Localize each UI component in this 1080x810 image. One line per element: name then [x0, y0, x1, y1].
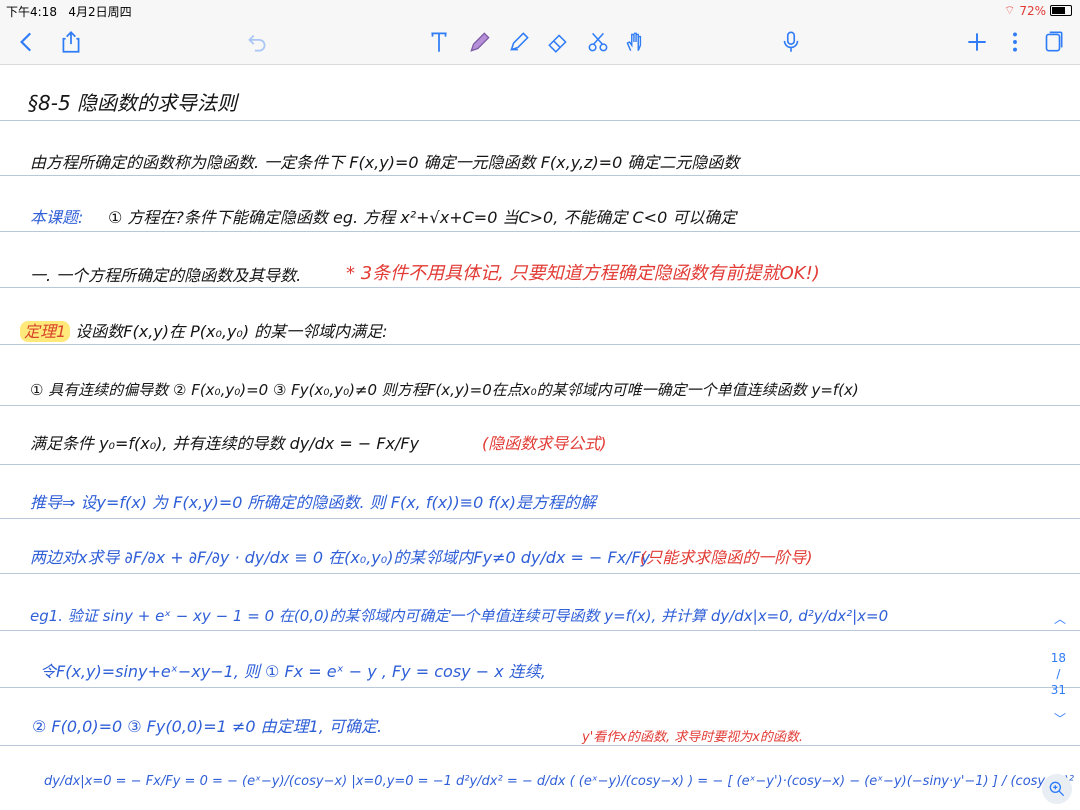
- note-title: §8-5 隐函数的求导法则: [28, 91, 238, 115]
- wifi-icon: ⌔: [1004, 3, 1016, 17]
- note-annotation: y'看作x的函数, 求导时要视为x的函数.: [582, 730, 804, 745]
- share-icon[interactable]: [56, 28, 86, 56]
- zoom-icon[interactable]: [1042, 774, 1072, 804]
- undo-icon[interactable]: [242, 28, 272, 56]
- pages-icon[interactable]: [1038, 28, 1068, 56]
- note-line: eg1. 验证 siny + eˣ − xy − 1 = 0 在(0,0)的某邻…: [30, 607, 889, 625]
- add-page-icon[interactable]: [962, 28, 992, 56]
- back-icon[interactable]: [12, 28, 42, 56]
- note-line: 由方程所确定的函数称为隐函数. 一定条件下 F(x,y)=0 确定一元隐函数 F…: [30, 153, 740, 172]
- note-annotation: (只能求求隐函的一阶导): [640, 548, 813, 567]
- note-line: 满足条件 y₀=f(x₀), 并有连续的导数 dy/dx = − Fx/Fy: [30, 434, 420, 453]
- eraser-tool-icon[interactable]: [543, 28, 573, 56]
- page-indicator: 18 / 31: [1051, 650, 1066, 698]
- note-line: ① 方程在?条件下能确定隐函数 eg. 方程 x²+√x+C=0 当C>0, 不…: [108, 208, 737, 227]
- theorem-line: 定理1 设函数F(x,y)在 P(x₀,y₀) 的某一邻域内满足:: [20, 321, 388, 342]
- theorem-badge: 定理1: [20, 321, 71, 342]
- note-line: 令F(x,y)=siny+eˣ−xy−1, 则 ① Fx = eˣ − y , …: [40, 662, 546, 681]
- text-tool-icon[interactable]: [424, 28, 454, 56]
- more-icon[interactable]: [1000, 28, 1030, 56]
- note-page[interactable]: §8-5 隐函数的求导法则 由方程所确定的函数称为隐函数. 一定条件下 F(x,…: [0, 65, 1080, 810]
- status-bar: 下午4:18 4月2日周四 ⌔ 72%: [0, 0, 1080, 20]
- hand-tool-icon[interactable]: [620, 28, 650, 56]
- note-line: 推导⇒ 设y=f(x) 为 F(x,y)=0 所确定的隐函数. 则 F(x, f…: [30, 493, 596, 512]
- note-line-label: 本课题:: [30, 208, 84, 227]
- pen-tool-icon[interactable]: [465, 28, 495, 56]
- page-total: 31: [1050, 683, 1066, 697]
- theorem-text: 设函数F(x,y)在 P(x₀,y₀) 的某一邻域内满足:: [75, 322, 388, 341]
- note-annotation: * 3条件不用具体记, 只要知道方程确定隐函数有前提就OK!): [346, 263, 820, 284]
- note-line: 两边对x求导 ∂F/∂x + ∂F/∂y · dy/dx ≡ 0 在(x₀,y₀…: [30, 548, 651, 567]
- toolbar: [0, 20, 1080, 65]
- battery-icon: [1050, 5, 1072, 16]
- note-line: dy/dx|x=0 = − Fx/Fy = 0 = − (eˣ−y)/(cosy…: [44, 774, 1074, 789]
- scroll-down-icon[interactable]: ﹀: [1054, 710, 1066, 727]
- page-separator: /: [1056, 667, 1061, 681]
- status-time: 下午4:18 4月2日周四: [6, 5, 132, 19]
- note-annotation: (隐函数求导公式): [482, 434, 607, 453]
- note-line: ① 具有连续的偏导数 ② F(x₀,y₀)=0 ③ Fy(x₀,y₀)≠0 则方…: [30, 381, 859, 399]
- page-current: 18: [1050, 651, 1066, 665]
- lasso-tool-icon[interactable]: [583, 28, 613, 56]
- highlighter-tool-icon[interactable]: [504, 28, 534, 56]
- note-line: ② F(0,0)=0 ③ Fy(0,0)=1 ≠0 由定理1, 可确定.: [32, 717, 383, 736]
- microphone-icon[interactable]: [776, 28, 806, 56]
- scroll-up-icon[interactable]: ︿: [1054, 610, 1066, 627]
- status-date: 4月2日周四: [68, 5, 132, 19]
- note-heading: 一. 一个方程所确定的隐函数及其导数.: [30, 266, 302, 285]
- battery-percent: 72%: [1019, 3, 1046, 18]
